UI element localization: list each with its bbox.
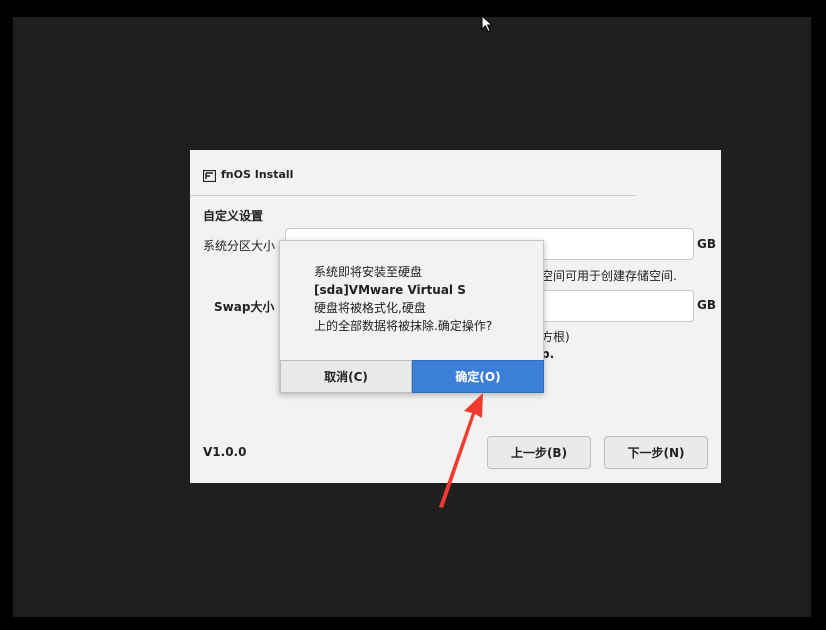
system-partition-unit: GB <box>697 237 716 251</box>
mouse-cursor-icon <box>481 15 494 33</box>
dialog-message-line1: 系统即将安装至硬盘 <box>314 265 423 279</box>
title-bar: fnOS Install <box>190 150 635 196</box>
version-label: V1.0.0 <box>203 445 247 459</box>
fnos-logo-icon <box>203 170 216 182</box>
swap-unit: GB <box>697 298 716 312</box>
system-partition-label: 系统分区大小 <box>203 239 276 253</box>
dialog-message-line4: 上的全部数据将被抹除.确定操作? <box>314 319 493 333</box>
swap-hint-line1: 方根) <box>541 330 570 344</box>
next-step-button[interactable]: 下一步(N) <box>604 436 708 469</box>
dialog-message: 系统即将安装至硬盘 [sda]VMware Virtual S 硬盘将被格式化,… <box>314 263 492 335</box>
confirm-ok-button[interactable]: 确定(O) <box>412 360 544 393</box>
dialog-message-line3: 硬盘将被格式化,硬盘 <box>314 301 426 315</box>
cancel-button[interactable]: 取消(C) <box>280 360 412 393</box>
dialog-disk-name: [sda]VMware Virtual S <box>314 283 466 297</box>
confirm-dialog: 系统即将安装至硬盘 [sda]VMware Virtual S 硬盘将被格式化,… <box>279 240 544 393</box>
system-partition-hint: 空间可用于创建存储空间. <box>541 269 677 283</box>
previous-step-button[interactable]: 上一步(B) <box>487 436 591 469</box>
window-title: fnOS Install <box>221 168 294 181</box>
section-title: 自定义设置 <box>203 209 264 223</box>
swap-label: Swap大小 <box>214 300 275 314</box>
